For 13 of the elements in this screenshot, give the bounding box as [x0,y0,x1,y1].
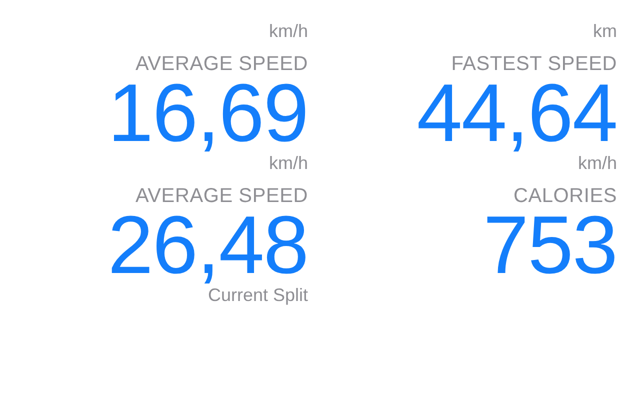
stat-value: 16,69 [108,76,308,152]
stat-label: FASTEST SPEED [451,52,617,76]
stat-unit: km [593,20,617,42]
stat-unit: km/h [268,152,308,174]
stat-unit: Current Split [208,284,308,306]
stat-label: AVERAGE SPEED [136,52,308,76]
stat-unit: km/h [268,20,308,42]
stat-value: 26,48 [108,208,308,284]
stat-value: 753 [483,208,617,284]
stat-label: CALORIES [513,184,617,208]
stat-label: AVERAGE SPEED [136,184,308,208]
stat-value: 44,64 [416,76,617,152]
stat-unit: km/h [578,152,617,174]
